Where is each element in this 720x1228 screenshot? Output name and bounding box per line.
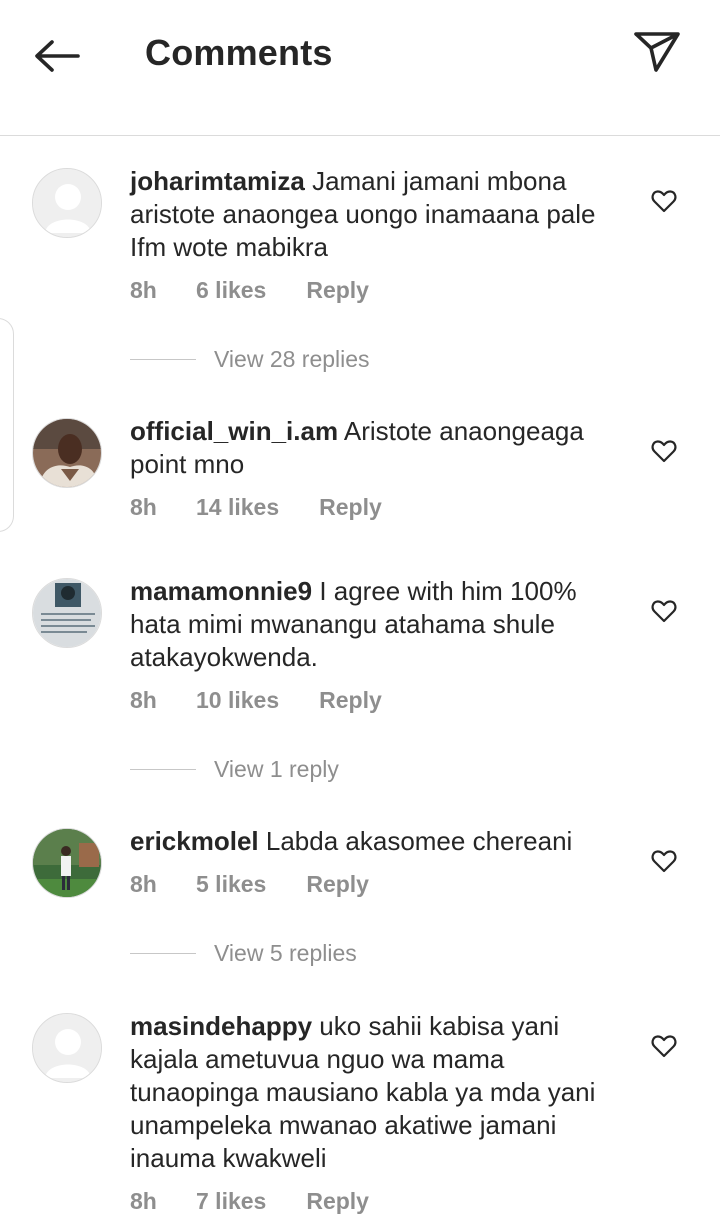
arrow-left-icon (35, 40, 80, 72)
avatar[interactable] (32, 168, 102, 238)
comment-text: official_win_i.am Aristote anaongeaga po… (130, 415, 615, 481)
comment-text: masindehappy uko sahii kabisa yani kajal… (130, 1010, 615, 1175)
reply-button[interactable]: Reply (306, 1188, 369, 1215)
comment-meta: 8h 5 likes Reply (130, 871, 369, 898)
comment-likes[interactable]: 7 likes (196, 1188, 266, 1215)
comment-username[interactable]: mamamonnie9 (130, 576, 312, 606)
comment-meta: 8h 7 likes Reply (130, 1188, 369, 1215)
default-avatar-icon (33, 169, 101, 237)
comment-text: joharimtamiza Jamani jamani mbona aristo… (130, 165, 615, 264)
comment-username[interactable]: joharimtamiza (130, 166, 305, 196)
paper-plane-icon (634, 32, 680, 72)
view-replies-label: View 28 replies (214, 346, 370, 372)
profile-photo-image (33, 579, 101, 647)
reply-button[interactable]: Reply (319, 494, 382, 521)
reply-button[interactable]: Reply (306, 277, 369, 304)
reply-button[interactable]: Reply (306, 871, 369, 898)
avatar[interactable] (32, 418, 102, 488)
comment-likes[interactable]: 5 likes (196, 871, 266, 898)
back-button[interactable] (30, 30, 84, 80)
avatar[interactable] (32, 828, 102, 898)
heart-icon[interactable] (651, 1034, 677, 1058)
comment-time: 8h (130, 1188, 157, 1214)
comment-meta: 8h 6 likes Reply (130, 277, 369, 304)
comment-body: Labda akasomee chereani (265, 826, 573, 856)
avatar[interactable] (32, 1013, 102, 1083)
profile-photo-image (33, 829, 101, 897)
comment-username[interactable]: official_win_i.am (130, 416, 338, 446)
comment-text: erickmolel Labda akasomee chereani (130, 825, 615, 858)
replies-divider (130, 359, 196, 360)
view-replies-button[interactable]: View 28 replies (130, 346, 370, 373)
header-bar: Comments (0, 0, 720, 136)
view-replies-button[interactable]: View 5 replies (130, 940, 357, 967)
profile-photo-image (33, 419, 101, 487)
page-title: Comments (145, 32, 333, 73)
heart-icon[interactable] (651, 189, 677, 213)
comment-time: 8h (130, 494, 157, 520)
comment-meta: 8h 10 likes Reply (130, 687, 382, 714)
comment-time: 8h (130, 277, 157, 303)
comment-username[interactable]: masindehappy (130, 1011, 312, 1041)
heart-icon[interactable] (651, 439, 677, 463)
heart-icon[interactable] (651, 599, 677, 623)
reply-button[interactable]: Reply (319, 687, 382, 714)
view-replies-label: View 5 replies (214, 940, 357, 966)
replies-divider (130, 953, 196, 954)
comment-likes[interactable]: 10 likes (196, 687, 279, 714)
share-button[interactable] (630, 28, 684, 76)
comment-time: 8h (130, 687, 157, 713)
comment-text: mamamonnie9 I agree with him 100% hata m… (130, 575, 615, 674)
view-replies-button[interactable]: View 1 reply (130, 756, 339, 783)
comment-likes[interactable]: 14 likes (196, 494, 279, 521)
comment-time: 8h (130, 871, 157, 897)
comment-meta: 8h 14 likes Reply (130, 494, 382, 521)
heart-icon[interactable] (651, 849, 677, 873)
comment-username[interactable]: erickmolel (130, 826, 259, 856)
side-edge-tab (0, 318, 14, 532)
view-replies-label: View 1 reply (214, 756, 339, 782)
replies-divider (130, 769, 196, 770)
comment-likes[interactable]: 6 likes (196, 277, 266, 304)
default-avatar-icon (33, 1014, 101, 1082)
avatar[interactable] (32, 578, 102, 648)
